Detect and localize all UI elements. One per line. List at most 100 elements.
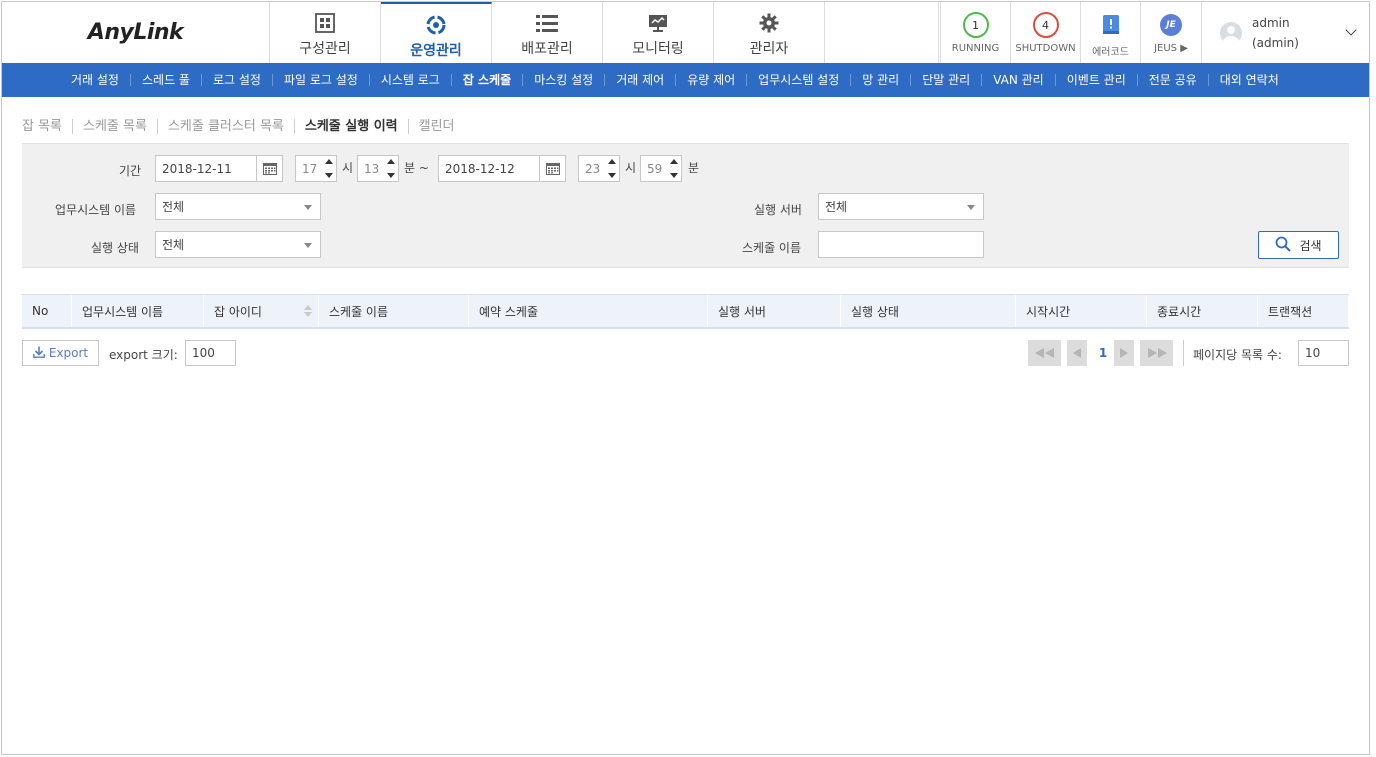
stepper-up-icon[interactable] (670, 159, 678, 164)
end-min-stepper[interactable]: 59 (640, 155, 682, 182)
subnav-item[interactable]: 유량 제어 (676, 74, 748, 86)
tab-calendar[interactable]: 캘린더 (407, 119, 465, 134)
subnav-item[interactable]: 업무시스템 설정 (747, 74, 852, 86)
subnav-item[interactable]: 거래 설정 (60, 74, 131, 86)
col-schedule-name-label: 스케줄 이름 (329, 304, 389, 319)
start-date-input[interactable]: 2018-12-11 (155, 155, 283, 182)
hour-unit: 시 (625, 161, 637, 175)
nav-operation[interactable]: 운영관리 (381, 2, 492, 63)
col-exec-state[interactable]: 실행 상태 (841, 295, 1016, 327)
min-unit: 분 (688, 161, 700, 175)
system-select[interactable]: 전체 (155, 193, 321, 220)
start-date-value: 2018-12-11 (162, 161, 232, 176)
anylink-logo[interactable]: AnyLink (2, 2, 270, 63)
tab-schedule-cluster-list[interactable]: 스케줄 클러스터 목록 (156, 119, 294, 134)
col-system-name[interactable]: 업무시스템 이름 (72, 295, 204, 327)
last-page-button[interactable] (1140, 340, 1173, 366)
monitor-icon (648, 12, 668, 34)
col-end-time[interactable]: 종료시간 (1147, 295, 1258, 327)
subnav-item[interactable]: 이벤트 관리 (1056, 74, 1138, 86)
stepper-arrows[interactable] (670, 159, 678, 178)
stepper-arrows[interactable] (325, 159, 333, 178)
first-page-button[interactable] (1028, 340, 1061, 366)
col-no[interactable]: No (22, 295, 72, 327)
current-page[interactable]: 1 (1095, 340, 1111, 366)
user-menu[interactable]: admin (admin) (1201, 2, 1369, 63)
schedule-name-input[interactable] (818, 231, 984, 258)
col-transaction-label: 트랜잭션 (1268, 304, 1313, 319)
prev-page-button[interactable] (1067, 340, 1087, 366)
col-transaction[interactable]: 트랜잭션 (1258, 295, 1349, 327)
subnav-item[interactable]: VAN 관리 (982, 74, 1056, 86)
stepper-up-icon[interactable] (608, 159, 616, 164)
stepper-down-icon[interactable] (608, 173, 616, 178)
subnav-item[interactable]: 로그 설정 (202, 74, 273, 86)
nav-operation-label: 운영관리 (410, 43, 462, 59)
stepper-arrows[interactable] (387, 159, 395, 178)
sub-nav: 거래 설정 스레드 풀 로그 설정 파일 로그 설정 시스템 로그 잡 스케줄 … (2, 63, 1369, 97)
per-page-input[interactable]: 10 (1298, 340, 1349, 366)
running-status[interactable]: 1 RUNNING (940, 2, 1010, 63)
nav-config-label: 구성관리 (299, 41, 351, 57)
stepper-up-icon[interactable] (387, 159, 395, 164)
page-tabs: 잡 목록 스케줄 목록 스케줄 클러스터 목록 스케줄 실행 이력 캘린더 (22, 119, 465, 134)
calendar-icon[interactable] (256, 156, 282, 181)
tab-job-list[interactable]: 잡 목록 (22, 119, 72, 134)
col-exec-state-label: 실행 상태 (851, 304, 899, 319)
subnav-item[interactable]: 스레드 풀 (131, 74, 202, 86)
errorcode-status[interactable]: 에러코드 (1080, 2, 1140, 63)
stepper-down-icon[interactable] (325, 173, 333, 178)
nav-admin[interactable]: 관리자 (714, 2, 825, 63)
stepper-down-icon[interactable] (670, 173, 678, 178)
export-button[interactable]: Export (22, 340, 99, 366)
shutdown-status[interactable]: 4 SHUTDOWN (1010, 2, 1080, 63)
sort-icon[interactable] (304, 305, 312, 317)
calendar-icon[interactable] (539, 156, 565, 181)
last-page-icon (1147, 348, 1167, 358)
col-start-time[interactable]: 시작시간 (1016, 295, 1147, 327)
start-hour-stepper[interactable]: 17 (295, 155, 337, 182)
col-exec-server[interactable]: 실행 서버 (708, 295, 841, 327)
stepper-up-icon[interactable] (325, 159, 333, 164)
errorcode-label: 에러코드 (1092, 47, 1129, 58)
jeus-icon: JE (1160, 14, 1182, 36)
server-select[interactable]: 전체 (818, 193, 984, 220)
subnav-item[interactable]: 마스킹 설정 (523, 74, 606, 86)
server-select-value: 전체 (825, 200, 848, 214)
shutdown-label: SHUTDOWN (1015, 43, 1076, 54)
next-page-button[interactable] (1114, 340, 1134, 366)
nav-deploy[interactable]: 배포관리 (492, 2, 603, 63)
subnav-item[interactable]: 망 관리 (851, 74, 912, 86)
search-button-label: 검색 (1299, 238, 1322, 253)
col-schedule-name[interactable]: 스케줄 이름 (319, 295, 469, 327)
stepper-arrows[interactable] (608, 159, 616, 178)
state-select[interactable]: 전체 (155, 231, 321, 258)
end-date-input[interactable]: 2018-12-12 (438, 155, 566, 182)
tab-schedule-history[interactable]: 스케줄 실행 이력 (293, 119, 408, 134)
subnav-item[interactable]: 파일 로그 설정 (273, 74, 370, 86)
nav-monitoring[interactable]: 모니터링 (603, 2, 714, 63)
tab-schedule-list[interactable]: 스케줄 목록 (72, 119, 157, 134)
stepper-down-icon[interactable] (387, 173, 395, 178)
subnav-item[interactable]: 시스템 로그 (370, 74, 452, 86)
search-button[interactable]: 검색 (1258, 231, 1339, 259)
end-date-value: 2018-12-12 (445, 161, 515, 176)
avatar (1220, 21, 1242, 44)
export-size-input[interactable]: 100 (185, 340, 236, 366)
subnav-item[interactable]: 거래 제어 (605, 74, 677, 86)
start-min-stepper[interactable]: 13 (357, 155, 399, 182)
app-frame: AnyLink 구성관리 운영관리 배포관리 모니터링 관리자 1 RUNNIN… (1, 1, 1370, 755)
col-reserved-schedule[interactable]: 예약 스케줄 (469, 295, 708, 327)
server-status: 1 RUNNING 4 SHUTDOWN 에러코드 JE JEUS ▶ (940, 2, 1201, 63)
end-hour-stepper[interactable]: 23 (578, 155, 620, 182)
subnav-item[interactable]: 단말 관리 (911, 74, 983, 86)
jeus-status[interactable]: JE JEUS ▶ (1140, 2, 1201, 63)
subnav-item-job-schedule[interactable]: 잡 스케줄 (452, 74, 524, 86)
nav-config[interactable]: 구성관리 (270, 2, 381, 63)
col-job-id[interactable]: 잡 아이디 (204, 295, 319, 327)
subnav-item[interactable]: 대외 연락처 (1209, 74, 1290, 86)
subnav-item[interactable]: 전문 공유 (1138, 74, 1209, 86)
next-page-icon (1120, 348, 1128, 358)
search-panel: 기간 2018-12-11 17 시 13 분 ~ 2018-12-12 23 … (22, 143, 1349, 268)
state-select-value: 전체 (162, 238, 185, 252)
